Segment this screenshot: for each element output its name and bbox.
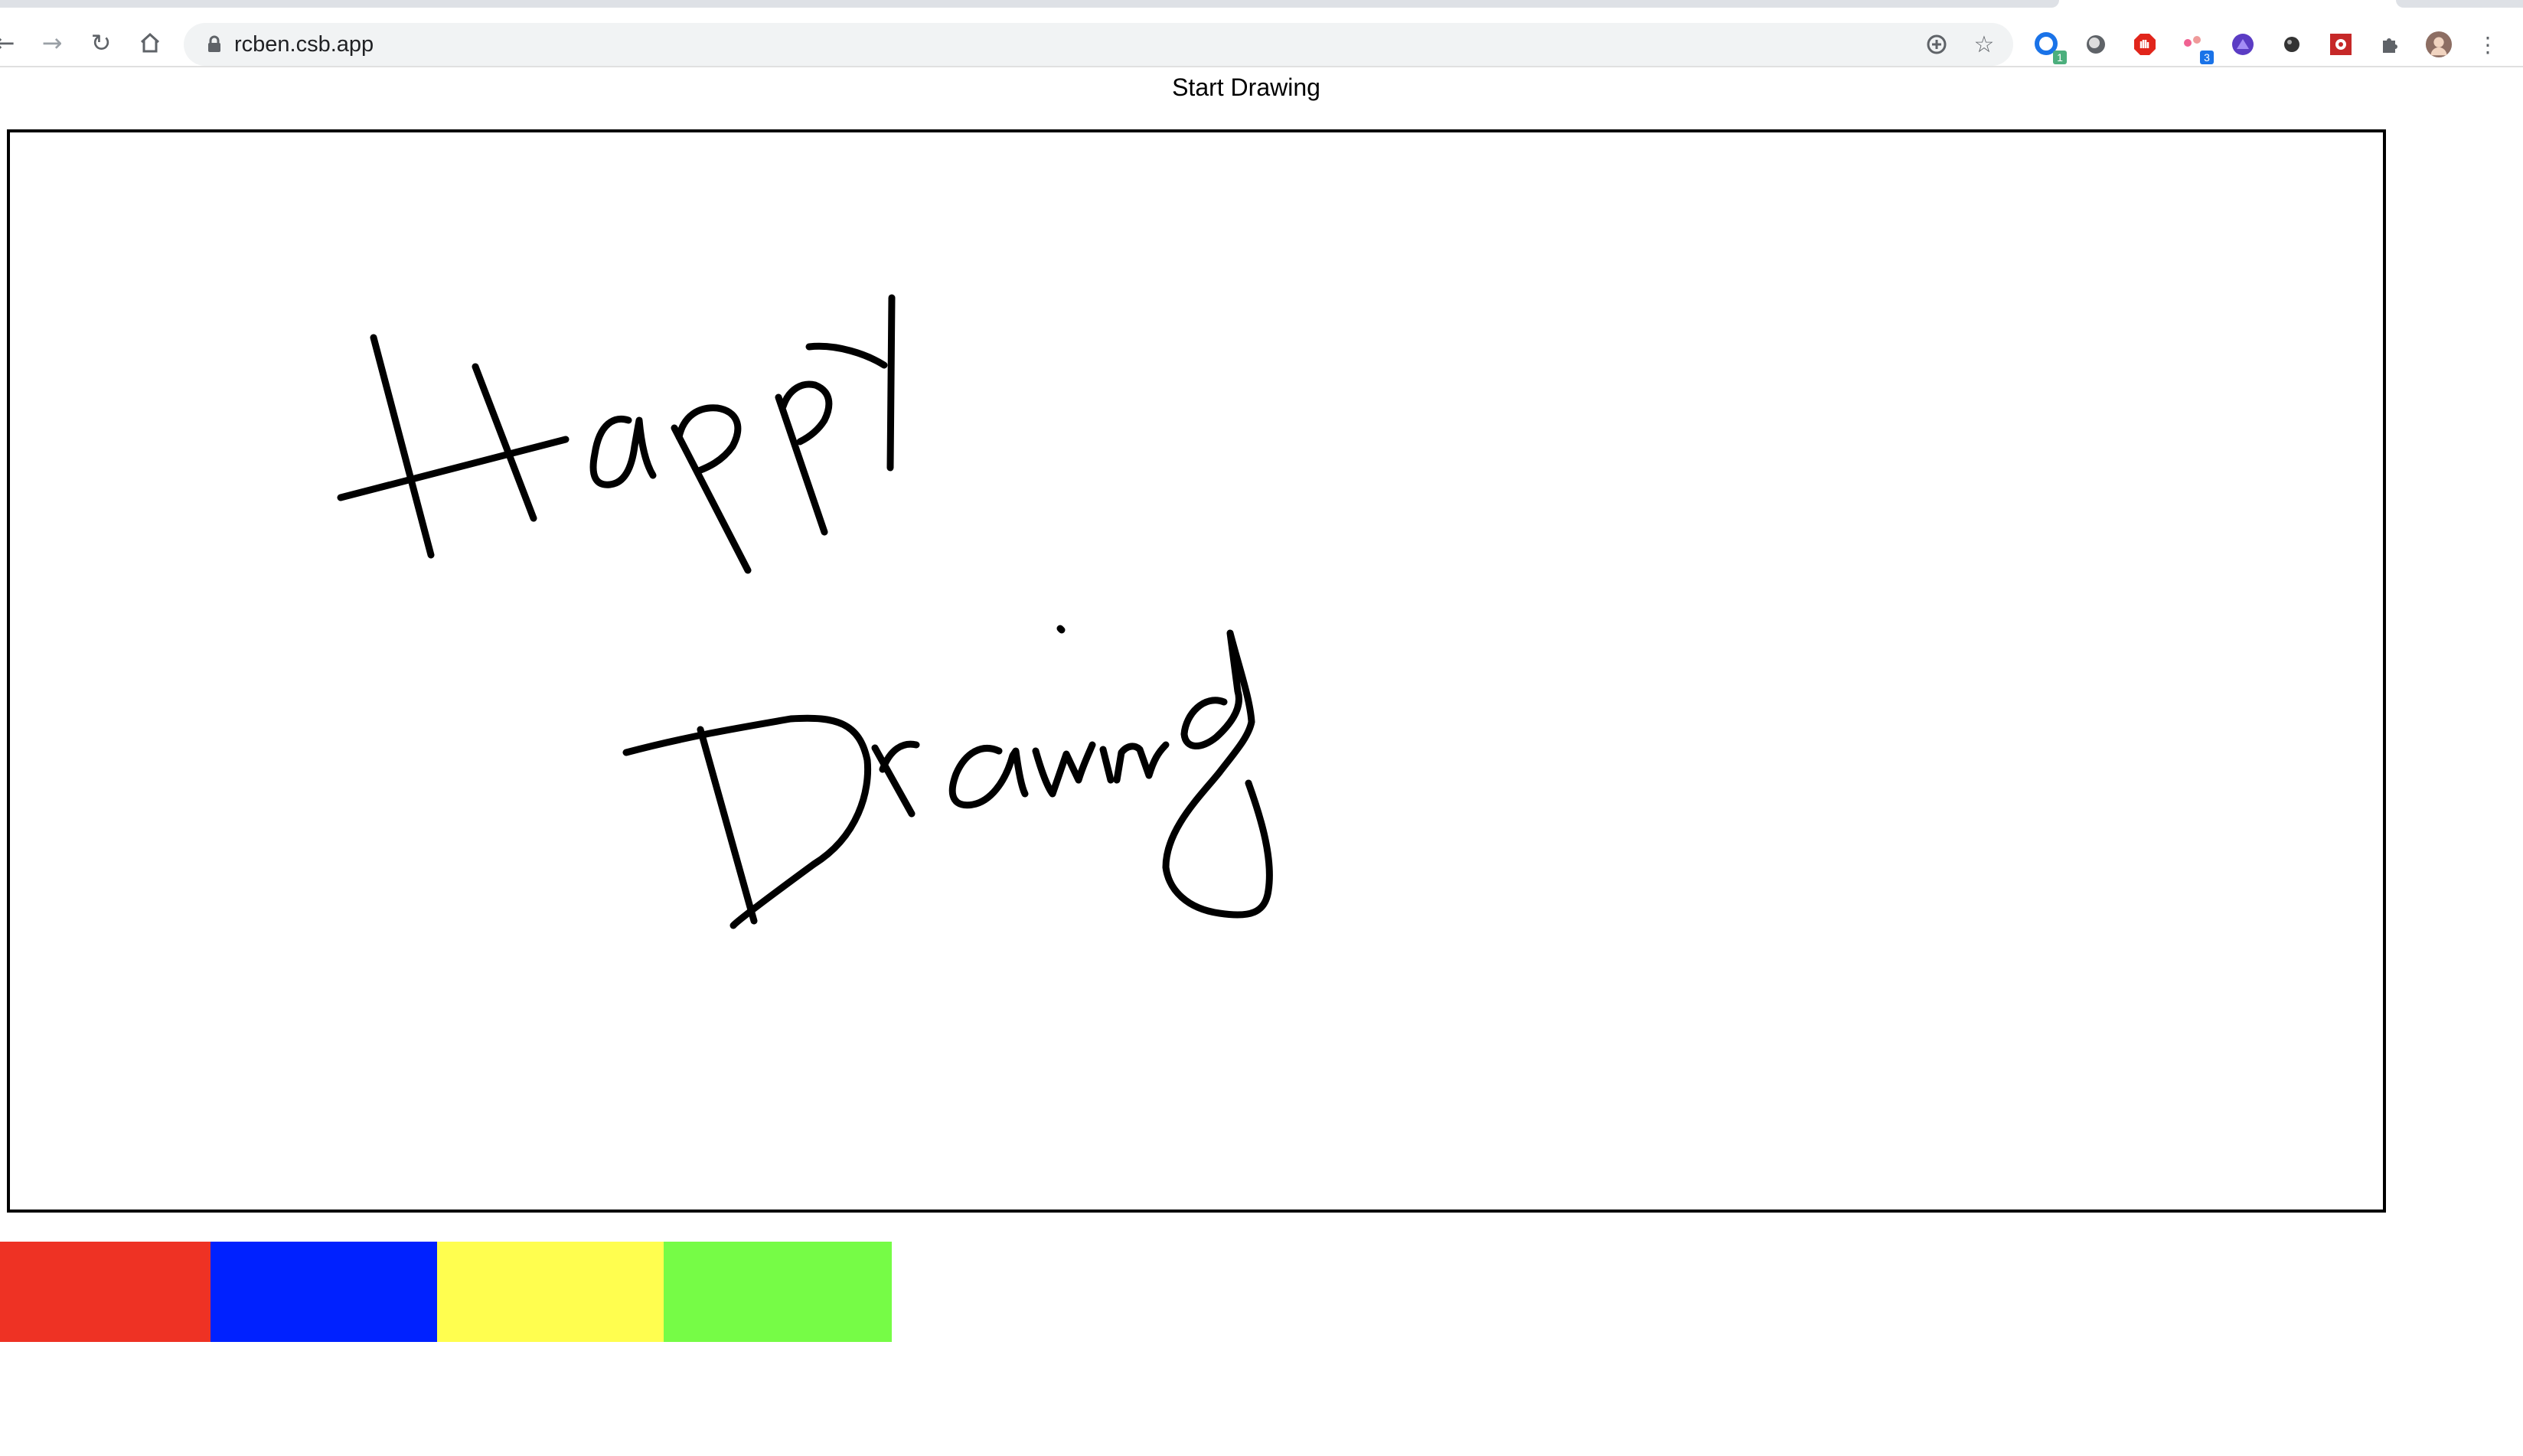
stroke-g: [1162, 629, 1273, 919]
url-text[interactable]: rcben.csb.app: [234, 32, 374, 57]
stroke-r: [871, 740, 920, 818]
color-swatch-green[interactable]: [664, 1242, 892, 1342]
extension-1-badge: 1: [2053, 51, 2067, 64]
stroke-y: [805, 294, 896, 472]
lock-icon: [208, 35, 220, 52]
color-palette: [0, 1242, 892, 1342]
extension-2-icon[interactable]: [2082, 31, 2110, 58]
extension-1-icon[interactable]: 1: [2033, 31, 2067, 64]
extension-4-icon[interactable]: 3: [2180, 31, 2214, 64]
bookmark-star-icon[interactable]: ☆: [1970, 31, 1998, 58]
stroke-n: [1113, 741, 1170, 784]
stroke-p2: [775, 380, 833, 536]
tab-strip-right: [2396, 0, 2523, 8]
color-swatch-yellow[interactable]: [437, 1242, 664, 1342]
home-icon[interactable]: [133, 26, 167, 60]
tab-strip: [0, 0, 2059, 8]
color-swatch-red[interactable]: [0, 1242, 211, 1342]
forward-icon[interactable]: →: [35, 26, 69, 60]
extension-4-badge: 3: [2200, 51, 2214, 64]
extensions-puzzle-icon[interactable]: [2376, 31, 2404, 58]
stroke-h-left: [370, 334, 435, 559]
browser-chrome: ← → ↻ rcben.csb.app ☆ 1 3 ⋮: [0, 0, 2523, 67]
avatar[interactable]: [2425, 31, 2453, 58]
stroke-a: [589, 415, 657, 488]
stroke-h-right: [472, 363, 537, 522]
extension-7-icon[interactable]: [2327, 31, 2355, 58]
zoom-icon[interactable]: [1923, 31, 1950, 58]
stroke-w: [1032, 741, 1096, 798]
stroke-a2: [948, 745, 1029, 809]
page-title: Start Drawing: [1172, 73, 1320, 101]
canvas-drawing: [337, 294, 1273, 929]
stroke-p1: [671, 404, 752, 574]
stroke-d-stem: [697, 726, 758, 925]
color-swatch-blue[interactable]: [211, 1242, 437, 1342]
extension-5-icon[interactable]: [2229, 31, 2257, 58]
reload-icon[interactable]: ↻: [84, 26, 118, 60]
address-bar[interactable]: rcben.csb.app ☆: [184, 23, 2013, 66]
browser-toolbar: ← → ↻ rcben.csb.app ☆ 1 3 ⋮: [0, 8, 2523, 67]
back-icon[interactable]: ←: [0, 26, 21, 60]
extension-6-icon[interactable]: [2278, 31, 2306, 58]
stroke-h-cross: [337, 436, 570, 501]
drawing-canvas[interactable]: [7, 129, 2386, 1213]
extension-3-icon[interactable]: [2131, 31, 2159, 58]
menu-kebab-icon[interactable]: ⋮: [2474, 31, 2502, 58]
